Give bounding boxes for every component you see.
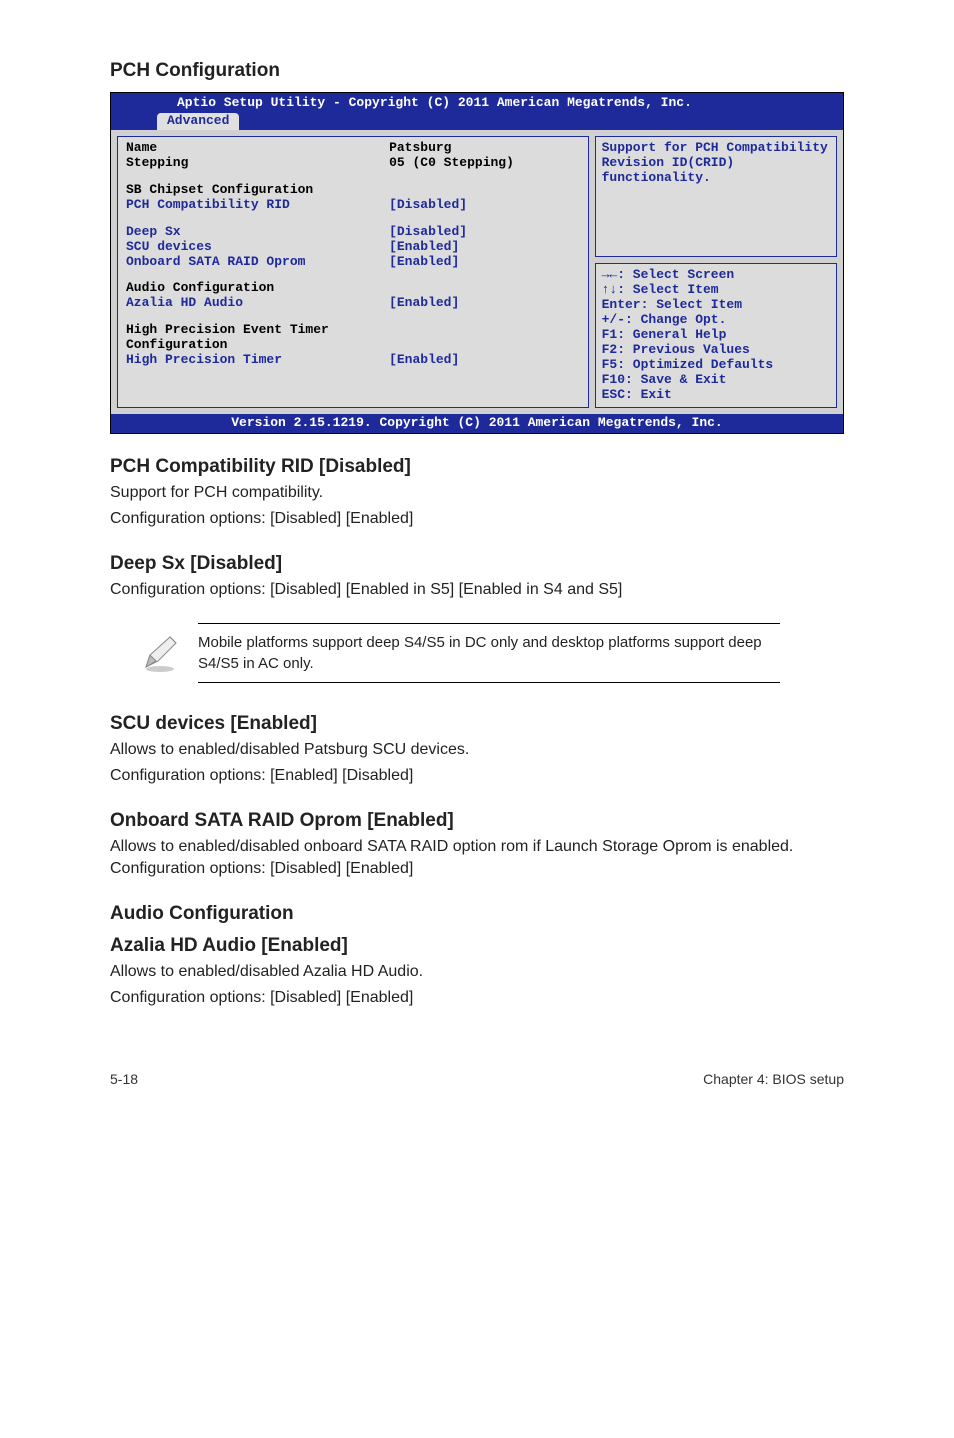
bios-help-line: Revision ID(CRID) (602, 156, 830, 171)
bios-name-label: Name (126, 141, 389, 156)
heading-scu: SCU devices [Enabled] (110, 713, 844, 735)
bios-scu-label[interactable]: SCU devices (126, 240, 389, 255)
bios-nav-line: F2: Previous Values (602, 343, 830, 358)
bios-title: Aptio Setup Utility - Copyright (C) 2011… (117, 95, 837, 113)
bios-azalia-label[interactable]: Azalia HD Audio (126, 296, 389, 311)
text-deep-sx-1: Configuration options: [Disabled] [Enabl… (110, 579, 844, 601)
bios-nav-line: Enter: Select Item (602, 298, 830, 313)
bios-help-line: functionality. (602, 171, 830, 186)
bios-stepping-label: Stepping (126, 156, 389, 171)
note-block: Mobile platforms support deep S4/S5 in D… (140, 615, 780, 691)
bios-nav-line: F10: Save & Exit (602, 373, 830, 388)
bios-stepping-value: 05 (C0 Stepping) (389, 156, 580, 171)
bios-hpet-heading: High Precision Event Timer Configuration (126, 323, 389, 353)
heading-audio-cfg: Audio Configuration (110, 903, 844, 925)
bios-hpet-value[interactable]: [Enabled] (389, 353, 580, 368)
bios-sb-heading: SB Chipset Configuration (126, 183, 389, 198)
bios-deepsx-value[interactable]: [Disabled] (389, 225, 580, 240)
heading-deep-sx: Deep Sx [Disabled] (110, 553, 844, 575)
bios-deepsx-label[interactable]: Deep Sx (126, 225, 389, 240)
bios-nav-line: +/-: Change Opt. (602, 313, 830, 328)
bios-hpet-label[interactable]: High Precision Timer (126, 353, 389, 368)
chapter-label: Chapter 4: BIOS setup (703, 1071, 844, 1087)
bios-name-value: Patsburg (389, 141, 580, 156)
bios-nav-line: ESC: Exit (602, 388, 830, 403)
bios-pch-rid-label[interactable]: PCH Compatibility RID (126, 198, 389, 213)
divider (198, 682, 780, 683)
text-azalia-2: Configuration options: [Disabled] [Enabl… (110, 987, 844, 1009)
text-sata-1: Allows to enabled/disabled onboard SATA … (110, 836, 844, 881)
bios-help-line: Support for PCH Compatibility (602, 141, 830, 156)
text-scu-2: Configuration options: [Enabled] [Disabl… (110, 765, 844, 787)
bios-header: Aptio Setup Utility - Copyright (C) 2011… (111, 93, 843, 130)
text-scu-1: Allows to enabled/disabled Patsburg SCU … (110, 739, 844, 761)
bios-tab-advanced[interactable]: Advanced (157, 113, 239, 130)
bios-sata-value[interactable]: [Enabled] (389, 255, 580, 270)
bios-audio-heading: Audio Configuration (126, 281, 389, 296)
bios-nav-pane: →←: Select Screen ↑↓: Select Item Enter:… (595, 263, 837, 407)
bios-nav-line: F5: Optimized Defaults (602, 358, 830, 373)
bios-nav-line: →←: Select Screen (602, 268, 830, 283)
divider (198, 623, 780, 624)
heading-sata-raid: Onboard SATA RAID Oprom [Enabled] (110, 810, 844, 832)
bios-pch-rid-value[interactable]: [Disabled] (389, 198, 580, 213)
bios-footer: Version 2.15.1219. Copyright (C) 2011 Am… (111, 414, 843, 433)
bios-scu-value[interactable]: [Enabled] (389, 240, 580, 255)
note-text: Mobile platforms support deep S4/S5 in D… (198, 632, 780, 674)
bios-left-panel: Name Patsburg Stepping 05 (C0 Stepping) … (117, 136, 589, 408)
bios-nav-line: ↑↓: Select Item (602, 283, 830, 298)
heading-pch-compat: PCH Compatibility RID [Disabled] (110, 456, 844, 478)
text-pch-compat-1: Support for PCH compatibility. (110, 482, 844, 504)
bios-screenshot: Aptio Setup Utility - Copyright (C) 2011… (110, 92, 844, 434)
page-number: 5-18 (110, 1071, 138, 1087)
pencil-icon (140, 633, 180, 673)
bios-help-pane: Support for PCH Compatibility Revision I… (595, 136, 837, 258)
bios-nav-line: F1: General Help (602, 328, 830, 343)
bios-sata-label[interactable]: Onboard SATA RAID Oprom (126, 255, 389, 270)
heading-azalia: Azalia HD Audio [Enabled] (110, 935, 844, 957)
text-pch-compat-2: Configuration options: [Disabled] [Enabl… (110, 508, 844, 530)
heading-pch-config: PCH Configuration (110, 60, 844, 82)
bios-azalia-value[interactable]: [Enabled] (389, 296, 580, 311)
text-azalia-1: Allows to enabled/disabled Azalia HD Aud… (110, 961, 844, 983)
